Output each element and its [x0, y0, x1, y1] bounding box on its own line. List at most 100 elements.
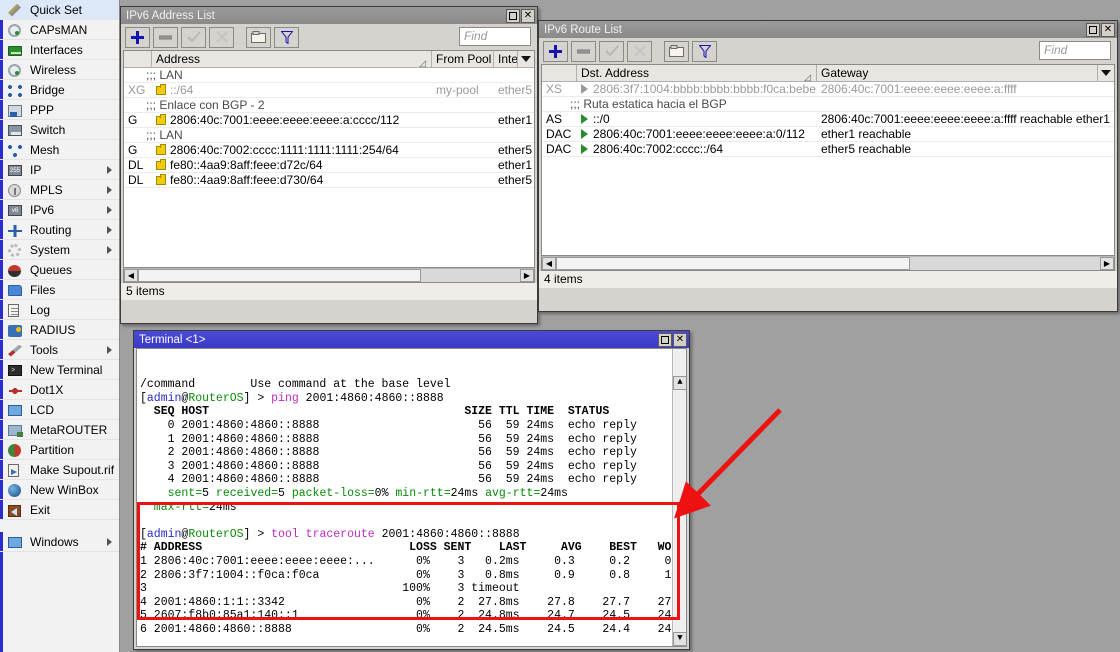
- address-scroll-right-button[interactable]: ▶: [520, 269, 534, 282]
- submenu-arrow-icon: [107, 166, 112, 174]
- address-col-pool[interactable]: From Pool: [432, 51, 494, 68]
- terminal-text: sent=: [140, 487, 202, 500]
- filter-route-button[interactable]: [692, 41, 717, 62]
- sidebar-item-quick-set[interactable]: Quick Set: [0, 0, 119, 20]
- route-window-titlebar[interactable]: IPv6 Route List ✕: [539, 21, 1117, 38]
- sidebar-item-mesh[interactable]: Mesh: [0, 140, 119, 160]
- address-window-close-button[interactable]: ✕: [521, 9, 535, 23]
- add-address-button[interactable]: [125, 27, 150, 48]
- row-interface: ether1: [494, 113, 534, 128]
- remove-route-button[interactable]: [571, 41, 596, 62]
- sidebar-item-dot1x[interactable]: Dot1X: [0, 380, 119, 400]
- table-row-comment[interactable]: ;;; Ruta estatica hacia el BGP: [542, 97, 1114, 112]
- sidebar-item-radius[interactable]: RADIUS: [0, 320, 119, 340]
- sidebar-item-system[interactable]: System: [0, 240, 119, 260]
- address-horizontal-scrollbar[interactable]: ◀ ▶: [123, 268, 535, 283]
- terminal-line: [140, 636, 686, 647]
- sidebar-item-tools[interactable]: Tools: [0, 340, 119, 360]
- address-col-flags[interactable]: [124, 51, 152, 68]
- sidebar-item-new-winbox[interactable]: New WinBox: [0, 480, 119, 500]
- address-window-titlebar[interactable]: IPv6 Address List ✕: [121, 7, 537, 24]
- sidebar-item-metarouter[interactable]: MetaROUTER: [0, 420, 119, 440]
- sidebar-item-ppp[interactable]: PPP: [0, 100, 119, 120]
- terminal-output[interactable]: /command Use command at the base level[a…: [136, 348, 687, 647]
- route-col-dst[interactable]: Dst. Address◿: [577, 65, 817, 82]
- address-col-interface[interactable]: Interf: [494, 51, 518, 68]
- terminal-titlebar[interactable]: Terminal <1> ✕: [134, 331, 689, 348]
- add-route-button[interactable]: [543, 41, 568, 62]
- interfaces-icon: [8, 43, 24, 57]
- sidebar-item-make-supout-rif[interactable]: Make Supout.rif: [0, 460, 119, 480]
- route-scroll-right-button[interactable]: ▶: [1100, 257, 1114, 270]
- address-scroll-left-button[interactable]: ◀: [124, 269, 138, 282]
- terminal-text: 24ms: [540, 487, 568, 500]
- sidebar-item-queues[interactable]: Queues: [0, 260, 119, 280]
- table-row[interactable]: G2806:40c:7002:cccc:1111:1111:1111:254/6…: [124, 143, 534, 158]
- comment-text: ;;; LAN: [124, 128, 534, 143]
- row-dst-address: ::/0: [577, 112, 817, 127]
- sidebar-item-files[interactable]: Files: [0, 280, 119, 300]
- route-scroll-thumb[interactable]: [556, 257, 910, 270]
- table-row[interactable]: DLfe80::4aa9:8aff:feee:d730/64ether5: [124, 173, 534, 188]
- filter-address-button[interactable]: [274, 27, 299, 48]
- enable-route-button[interactable]: [599, 41, 624, 62]
- sidebar-item-ip[interactable]: 255IP: [0, 160, 119, 180]
- enable-address-button[interactable]: [181, 27, 206, 48]
- remove-address-button[interactable]: [153, 27, 178, 48]
- comment-route-button[interactable]: [664, 41, 689, 62]
- address-column-menu-button[interactable]: [518, 56, 534, 62]
- filter-icon: [281, 31, 293, 44]
- route-horizontal-scrollbar[interactable]: ◀ ▶: [541, 256, 1115, 271]
- address-scroll-thumb[interactable]: [138, 269, 421, 282]
- route-col-gateway[interactable]: Gateway: [817, 65, 1098, 82]
- sidebar-item-lcd[interactable]: LCD: [0, 400, 119, 420]
- sidebar-item-windows[interactable]: Windows: [0, 532, 119, 552]
- address-find-input[interactable]: Find: [459, 27, 531, 46]
- comment-address-button[interactable]: [246, 27, 271, 48]
- row-flags: DL: [124, 173, 152, 188]
- disable-route-button[interactable]: [627, 41, 652, 62]
- sidebar-item-interfaces[interactable]: Interfaces: [0, 40, 119, 60]
- address-window-maximize-button[interactable]: [506, 9, 520, 23]
- sidebar-item-capsman[interactable]: CAPsMAN: [0, 20, 119, 40]
- route-scroll-track[interactable]: [556, 257, 1100, 270]
- table-row-comment[interactable]: ;;; LAN: [124, 128, 534, 143]
- terminal-scroll-up-button[interactable]: ▲: [673, 376, 687, 390]
- table-row[interactable]: AS::/02806:40c:7001:eeee:eeee:eeee:a:fff…: [542, 112, 1114, 127]
- terminal-maximize-button[interactable]: [658, 333, 672, 347]
- route-list-table: Dst. Address◿ Gateway XS2806:3f7:1004:bb…: [541, 64, 1115, 256]
- sidebar-item-wireless[interactable]: Wireless: [0, 60, 119, 80]
- address-col-address[interactable]: Address◿: [152, 51, 432, 68]
- route-col-flags[interactable]: [542, 65, 577, 82]
- sidebar-item-mpls[interactable]: MPLS: [0, 180, 119, 200]
- terminal-text: ] >: [244, 392, 272, 405]
- terminal-scroll-down-button[interactable]: ▼: [673, 632, 687, 646]
- table-row[interactable]: DLfe80::4aa9:8aff:feee:d72c/64ether1: [124, 158, 534, 173]
- sidebar-item-bridge[interactable]: Bridge: [0, 80, 119, 100]
- terminal-close-button[interactable]: ✕: [673, 333, 687, 347]
- sidebar-item-new-terminal[interactable]: New Terminal: [0, 360, 119, 380]
- sidebar-item-switch[interactable]: Switch: [0, 120, 119, 140]
- table-row[interactable]: DAC2806:40c:7001:eeee:eeee:eeee:a:0/112e…: [542, 127, 1114, 142]
- sidebar-item-routing[interactable]: Routing: [0, 220, 119, 240]
- route-window-maximize-button[interactable]: [1086, 23, 1100, 37]
- address-icon: [156, 161, 166, 170]
- table-row[interactable]: DAC2806:40c:7002:cccc::/64ether5 reachab…: [542, 142, 1114, 157]
- table-row[interactable]: G2806:40c:7001:eeee:eeee:eeee:a:cccc/112…: [124, 113, 534, 128]
- sidebar-item-partition[interactable]: Partition: [0, 440, 119, 460]
- route-window-close-button[interactable]: ✕: [1101, 23, 1115, 37]
- table-row[interactable]: XG::/64my-poolether5: [124, 83, 534, 98]
- route-find-input[interactable]: Find: [1039, 41, 1111, 60]
- table-row[interactable]: XS2806:3f7:1004:bbbb:bbbb:bbbb:f0ca:bebe…: [542, 82, 1114, 97]
- sidebar-item-label: Wireless: [30, 63, 76, 77]
- table-row-comment[interactable]: ;;; LAN: [124, 68, 534, 83]
- sidebar-item-ipv6[interactable]: v6IPv6: [0, 200, 119, 220]
- address-scroll-track[interactable]: [138, 269, 520, 282]
- terminal-line: [admin@RouterOS] > tool traceroute 2001:…: [140, 528, 686, 542]
- disable-address-button[interactable]: [209, 27, 234, 48]
- sidebar-item-exit[interactable]: Exit: [0, 500, 119, 520]
- sidebar-item-log[interactable]: Log: [0, 300, 119, 320]
- table-row-comment[interactable]: ;;; Enlace con BGP - 2: [124, 98, 534, 113]
- route-column-menu-button[interactable]: [1098, 70, 1114, 76]
- route-scroll-left-button[interactable]: ◀: [542, 257, 556, 270]
